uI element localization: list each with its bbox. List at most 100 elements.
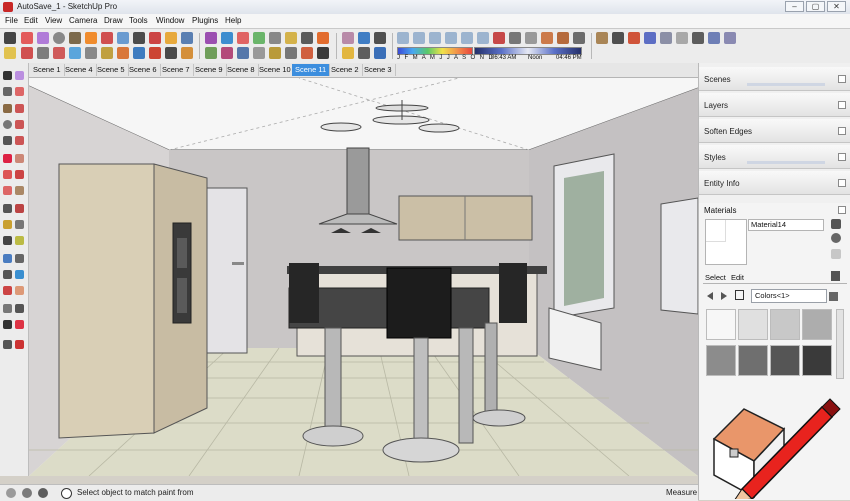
intersect-icon[interactable] <box>221 47 233 59</box>
walk-icon[interactable] <box>3 320 12 329</box>
rectangle-tool-icon[interactable] <box>69 32 81 44</box>
swatch-2[interactable] <box>738 309 768 340</box>
tab-scene-8[interactable]: Scene 8 <box>224 64 259 76</box>
shadows-toggle-icon[interactable] <box>342 47 354 59</box>
push-pull-tool-icon[interactable] <box>15 154 24 163</box>
line-icon[interactable] <box>15 104 24 113</box>
help-icon[interactable] <box>61 488 72 499</box>
details-icon[interactable] <box>829 292 838 301</box>
push-pull-icon[interactable] <box>85 32 97 44</box>
zoom-extents-tool-icon[interactable] <box>3 286 12 295</box>
minimize-button[interactable]: – <box>785 1 804 12</box>
panel-scenes[interactable]: Scenes <box>699 67 850 91</box>
menu-view[interactable]: View <box>45 16 62 25</box>
select-arrow-icon[interactable] <box>3 71 12 80</box>
swatch-1[interactable] <box>706 309 736 340</box>
components-icon[interactable] <box>596 32 608 44</box>
position-camera-tool-icon[interactable] <box>3 304 12 313</box>
materials-close-icon[interactable] <box>838 206 846 214</box>
hidden-line-icon[interactable] <box>525 32 537 44</box>
shaded-textures-icon[interactable] <box>557 32 569 44</box>
home-icon[interactable] <box>735 290 744 300</box>
shadow-date-slider[interactable] <box>397 47 473 55</box>
cube-hidden-icon[interactable] <box>676 32 688 44</box>
menu-help[interactable]: Help <box>225 16 241 25</box>
rotate-icon[interactable] <box>3 170 12 179</box>
extension-icon[interactable] <box>374 32 386 44</box>
orbit-tool-icon[interactable] <box>165 32 177 44</box>
pan-tool-icon[interactable] <box>181 32 193 44</box>
geo-location-icon[interactable] <box>6 488 16 498</box>
trim-icon[interactable] <box>269 47 281 59</box>
text-tool-icon[interactable] <box>101 47 113 59</box>
menu-window[interactable]: Window <box>156 16 184 25</box>
tab-scene-11[interactable]: Scene 11 <box>292 64 331 76</box>
eraser-tool-icon[interactable] <box>37 32 49 44</box>
scale-icon[interactable] <box>3 186 12 195</box>
zoom-tool-icon[interactable] <box>205 32 217 44</box>
top-view-icon[interactable] <box>413 32 425 44</box>
menu-draw[interactable]: Draw <box>104 16 123 25</box>
make-component-tool-icon[interactable] <box>3 87 12 96</box>
tab-scene-9[interactable]: Scene 9 <box>192 64 227 76</box>
close-button[interactable]: ✕ <box>827 1 846 12</box>
layers-icon[interactable] <box>317 47 329 59</box>
zoom-window-icon[interactable] <box>15 270 24 279</box>
back-arrow-icon[interactable] <box>707 292 713 300</box>
forward-arrow-icon[interactable] <box>721 292 727 300</box>
follow-me-tool-icon[interactable] <box>15 170 24 179</box>
panel-layers-toggle[interactable] <box>838 101 846 109</box>
axes-icon[interactable] <box>3 236 12 245</box>
section-plane-tool-icon[interactable] <box>15 320 24 329</box>
display-secondary-icon[interactable] <box>831 233 841 243</box>
cube-blue-icon[interactable] <box>708 32 720 44</box>
cube-dark-icon[interactable] <box>692 32 704 44</box>
solid-tools-icon[interactable] <box>205 47 217 59</box>
offset-tool-icon[interactable] <box>37 47 49 59</box>
material-library-select[interactable]: Colors<1> <box>751 289 827 303</box>
scale-tool-icon[interactable] <box>69 47 81 59</box>
tab-scene-5[interactable]: Scene 5 <box>94 64 129 76</box>
zoom-extents-icon[interactable] <box>221 32 233 44</box>
cube-view-icon[interactable] <box>644 32 656 44</box>
menu-file[interactable]: File <box>5 16 18 25</box>
make-component-icon[interactable] <box>181 47 193 59</box>
swatch-7[interactable] <box>770 345 800 376</box>
warehouse-icon[interactable] <box>342 32 354 44</box>
split-icon[interactable] <box>285 47 297 59</box>
shaded-icon[interactable] <box>541 32 553 44</box>
tab-scene-1[interactable]: Scene 1 <box>30 64 65 76</box>
credits-icon[interactable] <box>22 488 32 498</box>
menu-edit[interactable]: Edit <box>24 16 38 25</box>
paint-bucket-icon[interactable] <box>149 32 161 44</box>
iso-view-icon[interactable] <box>397 32 409 44</box>
create-material-icon[interactable] <box>831 219 841 229</box>
next-view-icon[interactable] <box>253 32 265 44</box>
tab-scene-3[interactable]: Scene 3 <box>361 64 396 76</box>
tab-scene-2[interactable]: Scene 2 <box>328 64 363 76</box>
front-view-icon[interactable] <box>429 32 441 44</box>
tape-icon[interactable] <box>3 204 12 213</box>
panel-soften-edges-toggle[interactable] <box>838 127 846 135</box>
right-view-icon[interactable] <box>445 32 457 44</box>
swatch-3[interactable] <box>770 309 800 340</box>
freehand-icon[interactable] <box>15 136 24 145</box>
tab-scene-6[interactable]: Scene 6 <box>126 64 161 76</box>
wireframe-icon[interactable] <box>509 32 521 44</box>
look-around-tool-icon[interactable] <box>15 304 24 313</box>
swatch-6[interactable] <box>738 345 768 376</box>
protractor-tool-icon[interactable] <box>15 220 24 229</box>
axes-tool-icon[interactable] <box>117 47 129 59</box>
tab-scene-7[interactable]: Scene 7 <box>159 64 194 76</box>
share-model-icon[interactable] <box>358 32 370 44</box>
arc-icon[interactable] <box>15 120 24 129</box>
fog-icon[interactable] <box>358 47 370 59</box>
rotate-tool-icon[interactable] <box>117 32 129 44</box>
cube-outline-icon[interactable] <box>660 32 672 44</box>
swatch-scrollbar[interactable] <box>836 309 844 379</box>
dimension-tool-icon[interactable] <box>15 204 24 213</box>
move-icon[interactable] <box>3 154 12 163</box>
tab-edit[interactable]: Edit <box>731 273 744 282</box>
model-viewport[interactable] <box>29 78 698 476</box>
orbit-icon[interactable] <box>3 254 12 263</box>
